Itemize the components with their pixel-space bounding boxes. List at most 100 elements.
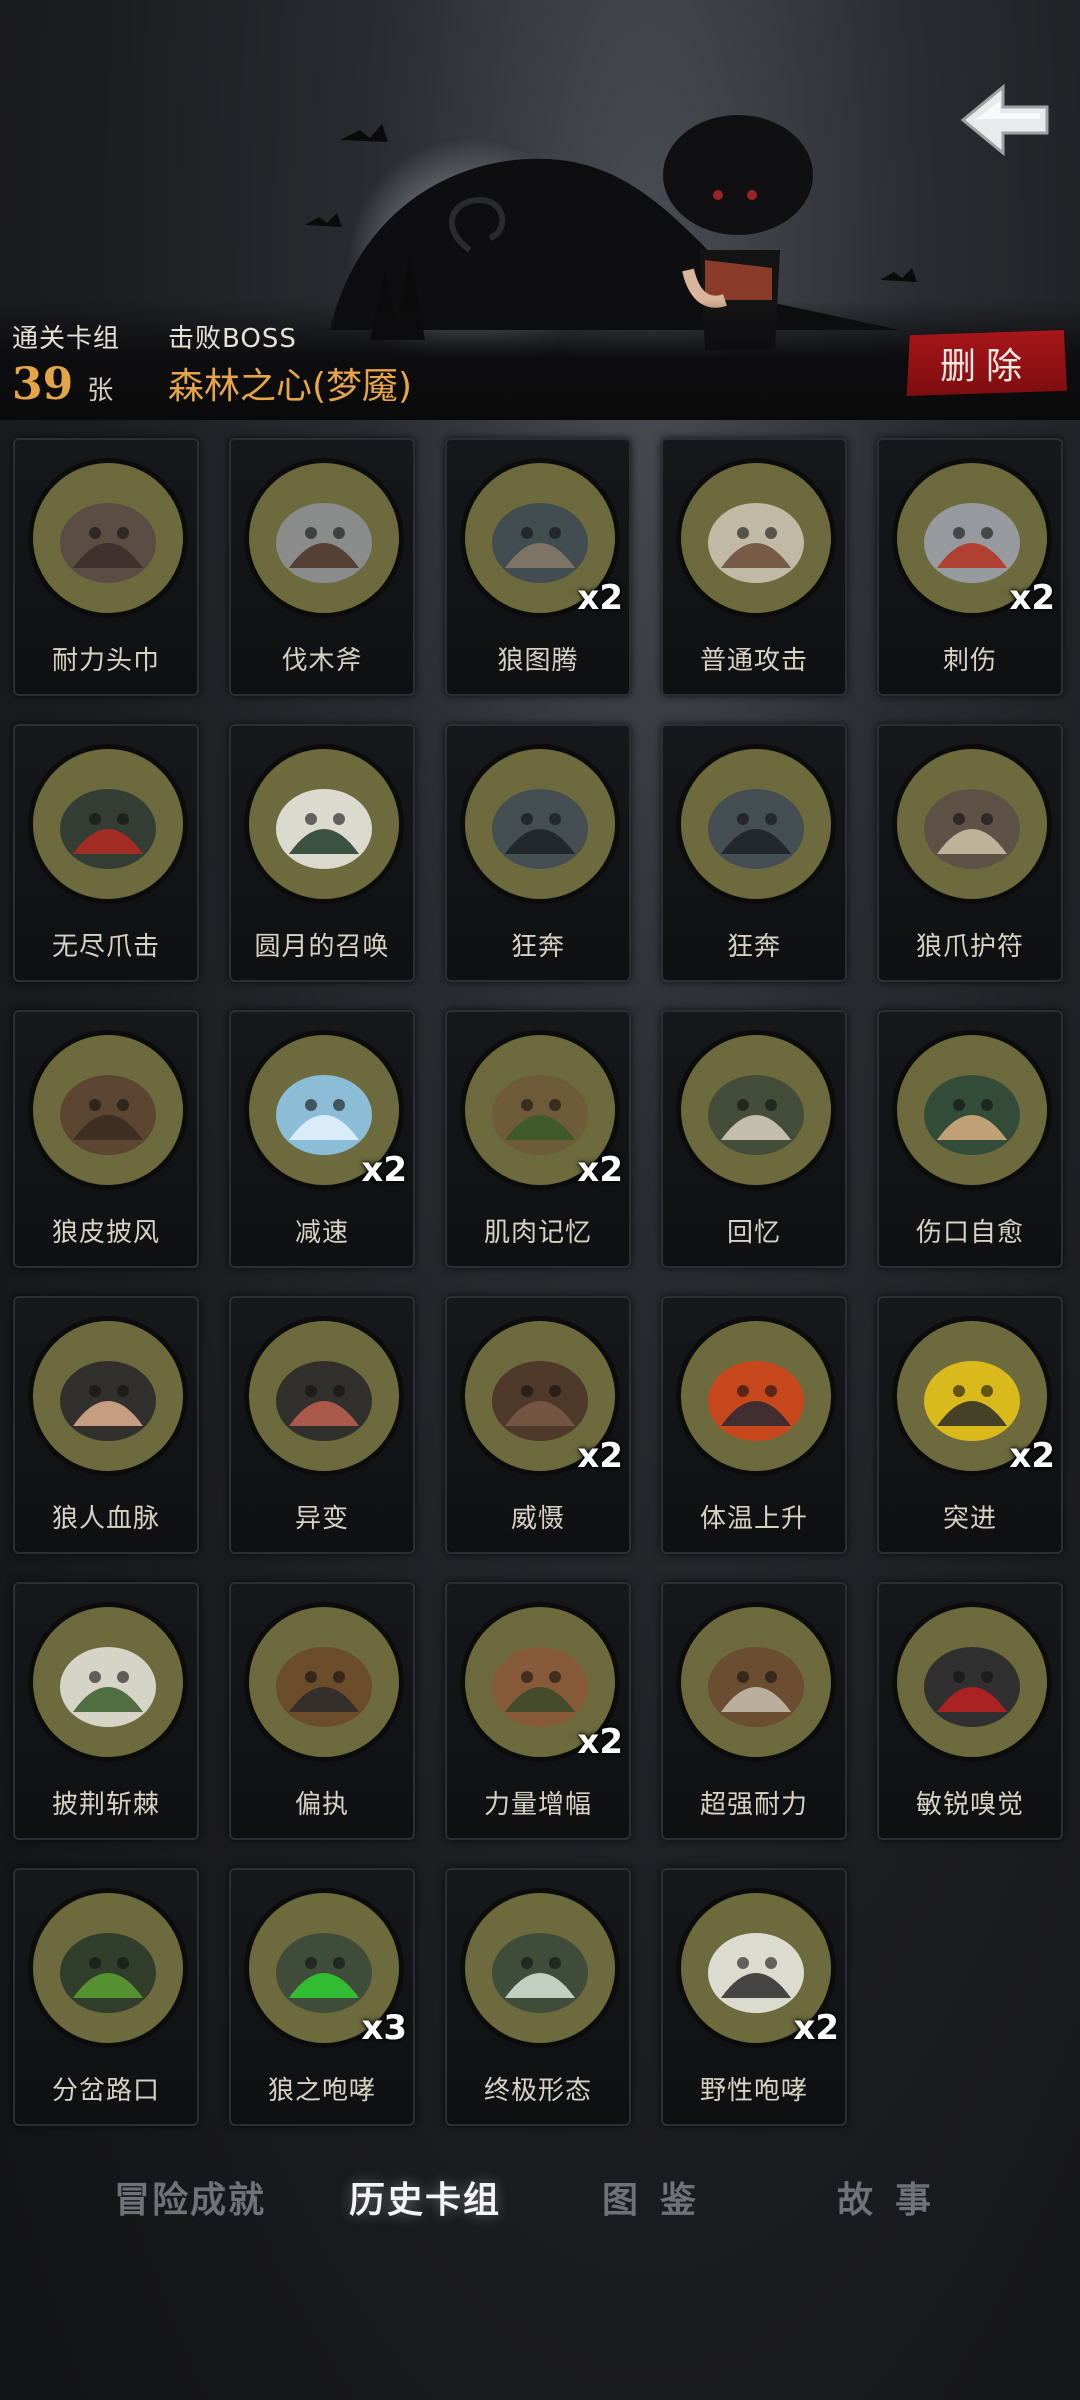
card-grid: 耐力头巾 伐木斧 x2 狼图腾 普通攻击 x2 刺伤无尽爪击 圆月的召唤 狂奔 狂奔 狼爪护符狼皮披…: [13, 438, 1069, 2126]
card-name: 超强耐力: [699, 1790, 808, 1820]
deck-stats: 通关卡组 39 张: [12, 318, 120, 410]
running-wolf-icon: [460, 744, 620, 904]
card-item[interactable]: 终极形态: [445, 1868, 631, 2126]
card-name: 狼之咆哮: [267, 2076, 376, 2106]
card-name: 普通攻击: [699, 646, 808, 676]
card-count-badge: x2: [577, 1150, 623, 1190]
card-item[interactable]: 体温上升: [661, 1296, 847, 1554]
card-name: 披荆斩棘: [51, 1790, 160, 1820]
card-name: 异变: [294, 1504, 349, 1534]
card-item[interactable]: x2 野性咆哮: [661, 1868, 847, 2126]
card-name: 偏执: [294, 1790, 349, 1820]
claw-amulet-icon: [892, 744, 1052, 904]
healing-hand-icon: [892, 1030, 1052, 1190]
card-item[interactable]: 披荆斩棘: [13, 1582, 199, 1840]
card-name: 狼爪护符: [915, 932, 1024, 962]
card-name: 耐力头巾: [51, 646, 160, 676]
wolf-cloak-icon: [28, 1030, 188, 1190]
boss-stats: 击败BOSS 森林之心(梦魇): [168, 318, 412, 409]
card-name: 威慑: [510, 1504, 565, 1534]
boss-name: 森林之心(梦魇): [168, 366, 413, 407]
card-item[interactable]: 敏锐嗅觉: [877, 1582, 1063, 1840]
card-name: 狼人血脉: [51, 1504, 160, 1534]
wolf-bear-icon: [244, 1602, 404, 1762]
forest-path-icon: [28, 1888, 188, 2048]
card-name: 狂奔: [510, 932, 565, 962]
boss-label: 击败BOSS: [168, 324, 297, 354]
axe-swing-icon: [676, 458, 836, 618]
card-name: 终极形态: [483, 2076, 592, 2106]
card-item[interactable]: 耐力头巾: [13, 438, 199, 696]
tab-codex[interactable]: 图鉴: [600, 2162, 720, 2232]
card-name: 伐木斧: [281, 646, 363, 676]
card-name: 伤口自愈: [915, 1218, 1024, 1248]
wolf-eyes-icon: [892, 1602, 1052, 1762]
card-item[interactable]: 伐木斧: [229, 438, 415, 696]
deck-label: 通关卡组: [12, 324, 121, 354]
card-name: 圆月的召唤: [254, 932, 390, 962]
card-name: 体温上升: [699, 1504, 808, 1534]
card-item[interactable]: 偏执: [229, 1582, 415, 1840]
card-name: 回忆: [726, 1218, 781, 1248]
card-name: 狼皮披风: [51, 1218, 160, 1248]
card-item[interactable]: 狼人血脉: [13, 1296, 199, 1554]
card-count-badge: x2: [1009, 1436, 1055, 1476]
card-name: 力量增幅: [483, 1790, 592, 1820]
card-item[interactable]: x2 力量增幅: [445, 1582, 631, 1840]
deck-count: 39: [12, 359, 74, 410]
bottom-tabs: 冒险成就 历史卡组 图鉴 故事: [0, 2162, 1080, 2232]
card-name: 减速: [294, 1218, 349, 1248]
card-name: 野性咆哮: [699, 2076, 808, 2106]
card-name: 无尽爪击: [51, 932, 160, 962]
card-item[interactable]: x2 肌肉记忆: [445, 1010, 631, 1268]
card-item[interactable]: x2 刺伤: [877, 438, 1063, 696]
card-item[interactable]: 普通攻击: [661, 438, 847, 696]
card-item[interactable]: x2 减速: [229, 1010, 415, 1268]
card-name: 刺伤: [942, 646, 997, 676]
thorn-slash-icon: [28, 1602, 188, 1762]
deck-unit: 张: [87, 376, 114, 406]
card-name: 狂奔: [726, 932, 781, 962]
card-item[interactable]: 狼皮披风: [13, 1010, 199, 1268]
card-item[interactable]: x2 威慑: [445, 1296, 631, 1554]
card-item[interactable]: x2 突进: [877, 1296, 1063, 1554]
card-item[interactable]: 无尽爪击: [13, 724, 199, 982]
card-item[interactable]: x2 狼图腾: [445, 438, 631, 696]
tab-history-deck[interactable]: 历史卡组: [340, 2162, 510, 2232]
card-name: 肌肉记忆: [483, 1218, 592, 1248]
card-item[interactable]: 异变: [229, 1296, 415, 1554]
card-item[interactable]: 超强耐力: [661, 1582, 847, 1840]
card-name: 分岔路口: [51, 2076, 160, 2106]
chopping-wood-icon: [676, 1602, 836, 1762]
card-name: 敏锐嗅觉: [915, 1790, 1024, 1820]
tab-story[interactable]: 故事: [835, 2162, 955, 2232]
full-moon-icon: [244, 744, 404, 904]
claw-strike-icon: [28, 744, 188, 904]
card-item[interactable]: x3 狼之咆哮: [229, 1868, 415, 2126]
card-count-badge: x2: [577, 1722, 623, 1762]
back-arrow-icon: [960, 83, 1049, 157]
card-item[interactable]: 伤口自愈: [877, 1010, 1063, 1268]
card-item[interactable]: 分岔路口: [13, 1868, 199, 2126]
card-name: 狼图腾: [497, 646, 579, 676]
card-count-badge: x2: [793, 2008, 839, 2048]
fire-wolf-icon: [676, 1316, 836, 1476]
card-item[interactable]: 圆月的召唤: [229, 724, 415, 982]
old-man-icon: [676, 1030, 836, 1190]
mutation-icon: [244, 1316, 404, 1476]
transform-hand-icon: [28, 1316, 188, 1476]
card-item[interactable]: 回忆: [661, 1010, 847, 1268]
card-count-badge: x3: [361, 2008, 407, 2048]
ultimate-wolf-icon: [460, 1888, 620, 2048]
card-item[interactable]: 狂奔: [661, 724, 847, 982]
card-count-badge: x2: [577, 578, 623, 618]
card-count-badge: x2: [361, 1150, 407, 1190]
tab-achievements[interactable]: 冒险成就: [105, 2162, 275, 2232]
bandana-icon: [28, 458, 188, 618]
delete-button[interactable]: 删除: [906, 330, 1067, 396]
card-item[interactable]: 狂奔: [445, 724, 631, 982]
back-button[interactable]: [955, 75, 1055, 165]
card-count-badge: x2: [577, 1436, 623, 1476]
card-item[interactable]: 狼爪护符: [877, 724, 1063, 982]
card-count-badge: x2: [1009, 578, 1055, 618]
